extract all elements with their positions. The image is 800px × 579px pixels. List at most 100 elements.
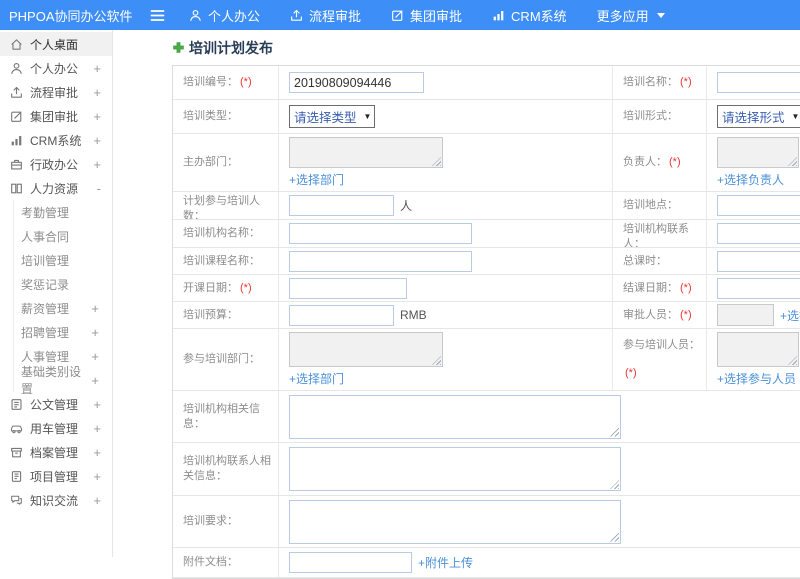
- expand-icon[interactable]: +: [93, 86, 101, 99]
- form-row: 参与培训部门： +选择部门 参与培训人员： (*) +选择参与人员: [173, 329, 800, 391]
- expand-icon[interactable]: +: [91, 350, 99, 363]
- field-label-text: 培训要求：: [183, 515, 238, 528]
- select-value: 请选择形式: [722, 111, 785, 125]
- approvers-box[interactable]: [717, 304, 774, 326]
- training-type-select[interactable]: 请选择类型 ▼: [289, 105, 376, 128]
- expand-icon[interactable]: +: [93, 62, 101, 75]
- journal-icon: [10, 470, 24, 483]
- hamburger-icon[interactable]: [150, 9, 165, 22]
- expand-icon[interactable]: +: [93, 422, 101, 435]
- sidebar-item-crm-system[interactable]: CRM系统 +: [0, 128, 112, 152]
- sidebar-item-label: 档案管理: [30, 445, 79, 460]
- label-org-contact-related-info: 培训机构联系人相关信息：: [173, 443, 279, 495]
- select-value: 请选择类型: [294, 111, 357, 125]
- sidebar-submenu: 考勤管理 人事合同 培训管理 奖惩记录 薪资管理 + 招聘管理 + 人事管理 + 基础类别设置 +: [13, 200, 112, 396]
- nav-item-workflow-approval[interactable]: 流程审批: [290, 6, 361, 25]
- form-row: 培训类型： 请选择类型 ▼ 培训形式： 请选择形式 ▼: [173, 100, 800, 134]
- nav-item-group-approval[interactable]: 集团审批: [391, 6, 462, 25]
- leader-textarea[interactable]: [717, 137, 799, 168]
- label-training-name: 培训名称： (*): [613, 66, 707, 99]
- training-budget-input[interactable]: [289, 304, 394, 326]
- sidebar-item-label: 个人办公: [30, 61, 79, 76]
- sidebar-item-project[interactable]: 项目管理 +: [0, 464, 112, 488]
- field-label-text: 培训名称：: [623, 76, 678, 89]
- collapse-icon[interactable]: -: [97, 182, 101, 195]
- select-link-participants[interactable]: +选择参与人员: [717, 370, 796, 387]
- nav-item-personal-office[interactable]: 个人办公: [189, 6, 260, 25]
- required-mark: (*): [669, 156, 681, 169]
- required-mark: (*): [240, 76, 252, 89]
- field-training-code: [279, 66, 613, 99]
- sidebar-item-group-approval[interactable]: 集团审批 +: [0, 104, 112, 128]
- expand-icon[interactable]: +: [93, 134, 101, 147]
- select-link-participating-departments[interactable]: +选择部门: [289, 370, 344, 387]
- org-related-info-textarea[interactable]: [289, 394, 621, 439]
- training-org-contact-input[interactable]: [717, 223, 800, 244]
- total-class-hours-input[interactable]: [717, 250, 800, 272]
- participating-departments-textarea[interactable]: [289, 332, 443, 367]
- expand-icon[interactable]: +: [93, 158, 101, 171]
- sidebar-item-label: 公文管理: [30, 397, 79, 412]
- field-training-budget: RMB: [279, 302, 613, 328]
- sidebar-item-base-category[interactable]: 基础类别设置 +: [14, 365, 112, 396]
- org-contact-related-info-textarea[interactable]: [289, 447, 621, 491]
- expand-icon[interactable]: +: [93, 446, 101, 459]
- sidebar-item-attendance[interactable]: 考勤管理: [14, 200, 112, 224]
- training-name-input[interactable]: [717, 72, 800, 93]
- planned-participants-input[interactable]: [289, 195, 394, 216]
- select-link-host-department[interactable]: +选择部门: [289, 171, 344, 188]
- expand-icon[interactable]: +: [93, 470, 101, 483]
- home-icon: [10, 38, 24, 51]
- nav-item-crm-system[interactable]: CRM系统: [492, 6, 567, 25]
- sidebar-item-admin-office[interactable]: 行政办公 +: [0, 152, 112, 176]
- form-row: 培训要求：: [173, 496, 800, 548]
- attachment-input[interactable]: [289, 552, 412, 573]
- select-link-leader[interactable]: +选择负责人: [717, 171, 784, 188]
- expand-icon[interactable]: +: [93, 398, 101, 411]
- training-code-input[interactable]: [289, 72, 424, 93]
- expand-icon[interactable]: +: [91, 326, 99, 339]
- label-training-form: 培训形式：: [613, 100, 707, 133]
- start-date-input[interactable]: [289, 277, 407, 299]
- expand-icon[interactable]: +: [91, 374, 99, 387]
- expand-icon[interactable]: +: [93, 110, 101, 123]
- expand-icon[interactable]: +: [91, 302, 99, 315]
- edit-icon: [391, 9, 404, 22]
- brand-logo[interactable]: PHPOA协同办公软件: [0, 6, 150, 25]
- sidebar-item-archive[interactable]: 档案管理 +: [0, 440, 112, 464]
- course-name-input[interactable]: [289, 250, 472, 272]
- training-form-select[interactable]: 请选择形式 ▼: [717, 105, 800, 128]
- label-training-requirements: 培训要求：: [173, 496, 279, 547]
- select-link-approvers[interactable]: +选择审批人员: [780, 307, 800, 324]
- training-location-input[interactable]: [717, 195, 800, 216]
- caret-down-icon: [656, 12, 665, 18]
- participants-textarea[interactable]: [717, 332, 799, 367]
- sidebar-item-training-mgmt[interactable]: 培训管理: [14, 248, 112, 272]
- field-label-text: 结课日期：: [623, 281, 678, 294]
- sidebar-item-salary[interactable]: 薪资管理 +: [14, 296, 112, 320]
- training-requirements-textarea[interactable]: [289, 499, 621, 544]
- suffix-label: 人: [400, 199, 413, 213]
- sidebar-item-recruit[interactable]: 招聘管理 +: [14, 320, 112, 344]
- sidebar-item-personal-office[interactable]: 个人办公 +: [0, 56, 112, 80]
- sidebar-item-hr-contract[interactable]: 人事合同: [14, 224, 112, 248]
- sidebar-item-reward-punish[interactable]: 奖惩记录: [14, 272, 112, 296]
- field-label-text: 培训类型：: [183, 110, 238, 123]
- sidebar-item-workflow-approval[interactable]: 流程审批 +: [0, 80, 112, 104]
- host-department-textarea[interactable]: [289, 137, 443, 168]
- sidebar-item-personal-desktop[interactable]: 个人桌面: [0, 32, 112, 56]
- form-row: 培训机构相关信息：: [173, 391, 800, 443]
- sidebar-item-official-doc[interactable]: 公文管理 +: [0, 392, 112, 416]
- nav-item-more-apps[interactable]: 更多应用: [597, 6, 665, 25]
- field-host-department: +选择部门: [279, 134, 613, 191]
- sidebar-item-knowledge[interactable]: 知识交流 +: [0, 488, 112, 512]
- end-date-input[interactable]: [717, 277, 800, 299]
- sidebar-item-hr[interactable]: 人力资源 -: [0, 176, 112, 200]
- expand-icon[interactable]: +: [93, 494, 101, 507]
- label-course-name: 培训课程名称：: [173, 248, 279, 274]
- field-label-text: 培训机构联系人相关信息：: [183, 455, 271, 482]
- upload-icon: [290, 9, 303, 22]
- sidebar-item-vehicle[interactable]: 用车管理 +: [0, 416, 112, 440]
- training-org-name-input[interactable]: [289, 223, 472, 244]
- label-end-date: 结课日期： (*): [613, 275, 707, 301]
